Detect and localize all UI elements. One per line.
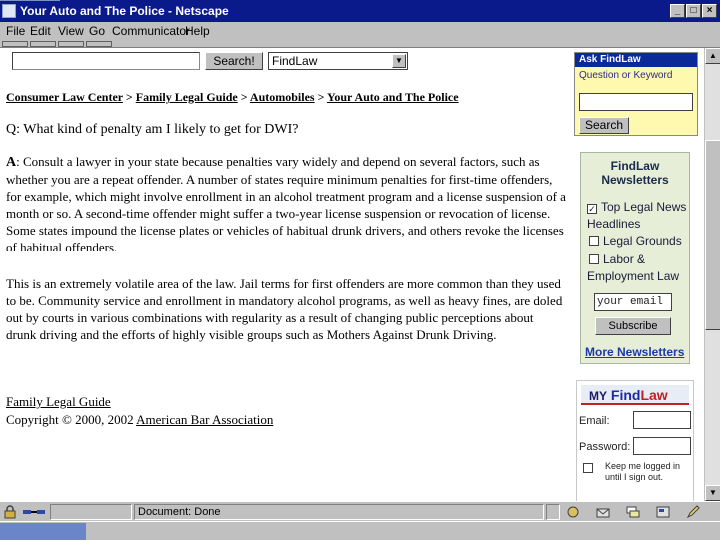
ask-findlaw-input[interactable]: [579, 93, 693, 111]
navigator-icon[interactable]: [566, 505, 580, 519]
answer-label: A: [6, 155, 17, 170]
my-findlaw-logo-my: MY: [589, 389, 607, 403]
newsletter-checkbox-checked[interactable]: ✓: [587, 204, 597, 214]
menu-communicator[interactable]: Communicator: [112, 24, 190, 38]
login-password-label: Password:: [579, 441, 631, 453]
composer-icon[interactable]: [656, 505, 670, 519]
menu-go[interactable]: Go: [89, 24, 105, 38]
status-text: Document: Done: [134, 504, 544, 520]
site-search-button[interactable]: Search!: [205, 52, 263, 70]
toolbar-tab-navigation[interactable]: [2, 41, 28, 47]
collapsed-toolbar: [0, 40, 720, 48]
os-taskbar: [0, 521, 720, 540]
security-lock-icon[interactable]: [3, 505, 17, 519]
title-bar[interactable]: Your Auto and The Police - Netscape _ □ …: [0, 0, 720, 22]
breadcrumb-automobiles[interactable]: Automobiles: [250, 90, 315, 104]
login-email-label: Email:: [579, 415, 610, 427]
my-findlaw-panel: MY FindLaw Email: Password: Keep me logg…: [576, 380, 694, 501]
connection-status-icon: [23, 510, 45, 514]
progress-bar: [50, 504, 132, 520]
breadcrumb-consumer-law-center[interactable]: Consumer Law Center: [6, 90, 123, 104]
keep-logged-in-checkbox[interactable]: [583, 463, 593, 473]
taskbar-start-area[interactable]: [0, 523, 86, 540]
scrollbar-thumb[interactable]: [705, 140, 720, 330]
newsletter-checkbox[interactable]: [589, 254, 599, 264]
answer-paragraph: A: Consult a lawyer in your state becaus…: [6, 153, 566, 251]
newsletter-checkbox[interactable]: [589, 236, 599, 246]
scroll-up-arrow-icon[interactable]: ▲: [705, 48, 720, 64]
subscribe-button[interactable]: Subscribe: [595, 317, 671, 335]
breadcrumb: Consumer Law Center > Family Legal Guide…: [6, 90, 459, 105]
my-findlaw-logo-law: Law: [640, 387, 668, 403]
ask-findlaw-label: Question or Keyword: [579, 70, 673, 81]
toolbar-tab-extra[interactable]: [86, 41, 112, 47]
newsletter-label: Top Legal News Headlines: [587, 200, 687, 231]
body-paragraph: This is an extremely volatile area of th…: [6, 276, 563, 342]
newsletters-header: FindLaw Newsletters: [581, 153, 689, 195]
question-label: Q: [6, 122, 17, 137]
title-bar-tab-strip: [0, 0, 60, 1]
my-findlaw-logo: MY FindLaw: [581, 385, 689, 405]
ask-findlaw-search-button[interactable]: Search: [579, 117, 629, 134]
breadcrumb-separator: >: [240, 90, 248, 104]
vertical-scrollbar[interactable]: ▲ ▼: [704, 48, 720, 501]
search-scope-value: FindLaw: [272, 54, 318, 68]
breadcrumb-your-auto-and-the-police[interactable]: Your Auto and The Police: [327, 90, 459, 104]
newsletters-header-line1: FindLaw: [610, 159, 660, 173]
page-content: Search! FindLaw ▼ Consumer Law Center > …: [0, 48, 704, 501]
menu-file[interactable]: File: [6, 24, 25, 38]
maximize-button[interactable]: □: [686, 4, 701, 18]
more-newsletters-link[interactable]: More Newsletters: [585, 345, 684, 359]
question: Q: What kind of penalty am I likely to g…: [6, 122, 299, 138]
netscape-app-icon: [2, 4, 16, 18]
newsletter-label: Labor & Employment Law: [587, 252, 680, 283]
dropdown-arrow-icon[interactable]: ▼: [392, 54, 406, 68]
minimize-button[interactable]: _: [670, 4, 685, 18]
mailbox-icon[interactable]: [596, 505, 610, 519]
discussions-icon[interactable]: [626, 505, 640, 519]
copyright-text: Copyright © 2000, 2002: [6, 412, 134, 427]
login-email-input[interactable]: [633, 411, 691, 429]
close-button[interactable]: ×: [702, 4, 717, 18]
newsletter-option-legal-grounds[interactable]: Legal Grounds: [589, 233, 689, 250]
window-title: Your Auto and The Police - Netscape: [20, 4, 229, 18]
copyright: Copyright © 2000, 2002 American Bar Asso…: [6, 412, 273, 428]
edit-pen-icon[interactable]: [686, 505, 700, 519]
menu-bar: File Edit View Go Communicator Help: [0, 22, 720, 40]
breadcrumb-separator: >: [125, 90, 133, 104]
site-search-input[interactable]: [12, 52, 200, 70]
keep-logged-in-label: Keep me logged in until I sign out.: [605, 461, 681, 482]
question-text: : What kind of penalty am I likely to ge…: [16, 122, 299, 137]
newsletters-panel: FindLaw Newsletters ✓ Top Legal News Head…: [580, 152, 690, 364]
newsletter-label: Legal Grounds: [603, 234, 682, 248]
toolbar-tab-personal[interactable]: [58, 41, 84, 47]
newsletter-email-input[interactable]: your email: [594, 293, 672, 311]
scroll-down-arrow-icon[interactable]: ▼: [705, 485, 720, 501]
menu-help[interactable]: Help: [185, 24, 210, 38]
newsletters-header-line2: Newsletters: [601, 173, 669, 187]
newsletter-option-top-legal-news[interactable]: ✓ Top Legal News Headlines: [587, 199, 687, 233]
login-password-input[interactable]: [633, 437, 691, 455]
breadcrumb-family-legal-guide[interactable]: Family Legal Guide: [136, 90, 238, 104]
answer-text: : Consult a lawyer in your state because…: [6, 154, 566, 251]
my-findlaw-logo-find: Find: [610, 387, 641, 403]
menu-view[interactable]: View: [58, 24, 84, 38]
newsletter-option-labor-employment[interactable]: Labor & Employment Law: [587, 251, 687, 285]
ask-findlaw-panel: Ask FindLaw Question or Keyword Search: [574, 52, 698, 136]
family-legal-guide-link[interactable]: Family Legal Guide: [6, 394, 111, 410]
status-bar: Document: Done: [0, 501, 720, 521]
status-indicator-box: [546, 504, 560, 520]
ask-findlaw-header: Ask FindLaw: [575, 53, 697, 67]
search-scope-select[interactable]: FindLaw ▼: [268, 52, 408, 70]
aba-link[interactable]: American Bar Association: [136, 412, 273, 427]
menu-edit[interactable]: Edit: [30, 24, 51, 38]
toolbar-tab-location[interactable]: [30, 41, 56, 47]
breadcrumb-separator: >: [317, 90, 325, 104]
